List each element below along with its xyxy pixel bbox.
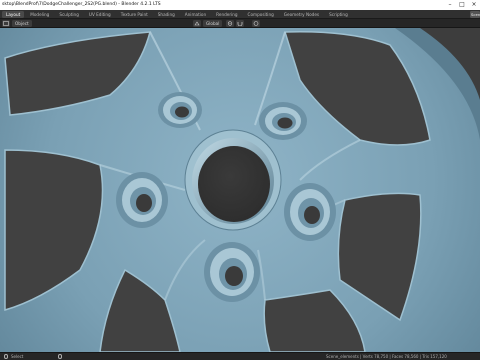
close-icon[interactable]: × bbox=[468, 0, 480, 10]
tab-sculpting[interactable]: Sculpting bbox=[55, 11, 83, 18]
tab-layout[interactable]: Layout bbox=[2, 10, 25, 18]
wheel-rim-render bbox=[0, 28, 480, 352]
status-hint: Select bbox=[11, 354, 24, 359]
tab-shading[interactable]: Shading bbox=[154, 11, 179, 18]
viewport-header: Object Global bbox=[0, 19, 480, 28]
pivot-point-icon[interactable] bbox=[226, 20, 234, 27]
transform-orientation-dropdown[interactable]: Global bbox=[203, 20, 223, 27]
tab-geometry-nodes[interactable]: Geometry Nodes bbox=[280, 11, 323, 18]
status-bar: Select Scene_elements | Verts 78,750 | F… bbox=[0, 352, 480, 360]
window-title-bar: sktop\BlendProf\7\DodgeChallenger_2S2(PG… bbox=[0, 0, 480, 10]
object-mode-dropdown[interactable]: Object bbox=[12, 20, 32, 27]
mouse-left-icon bbox=[4, 353, 9, 360]
tab-compositing[interactable]: Compositing bbox=[244, 11, 278, 18]
tab-rendering[interactable]: Rendering bbox=[212, 11, 241, 18]
3d-viewport[interactable] bbox=[0, 28, 480, 352]
tab-texture-paint[interactable]: Texture Paint bbox=[117, 11, 152, 18]
tab-animation[interactable]: Animation bbox=[181, 11, 210, 18]
editor-type-icon[interactable] bbox=[2, 20, 10, 27]
scene-selector[interactable]: Scene bbox=[470, 11, 480, 18]
mouse-middle-icon bbox=[58, 353, 63, 360]
window-title: sktop\BlendProf\7\DodgeChallenger_2S2(PG… bbox=[2, 2, 161, 7]
workspace-tabs-bar: Layout Modeling Sculpting UV Editing Tex… bbox=[0, 10, 480, 19]
snap-magnet-icon[interactable] bbox=[236, 20, 244, 27]
transform-orientation-icon bbox=[193, 20, 201, 27]
proportional-edit-icon[interactable] bbox=[252, 20, 260, 27]
tab-uv-editing[interactable]: UV Editing bbox=[85, 11, 115, 18]
minimize-icon[interactable]: – bbox=[444, 0, 456, 10]
tab-modeling[interactable]: Modeling bbox=[26, 11, 53, 18]
maximize-icon[interactable]: □ bbox=[456, 0, 468, 10]
scene-statistics: Scene_elements | Verts 78,750 | Faces 78… bbox=[326, 354, 447, 359]
tab-scripting[interactable]: Scripting bbox=[325, 11, 352, 18]
